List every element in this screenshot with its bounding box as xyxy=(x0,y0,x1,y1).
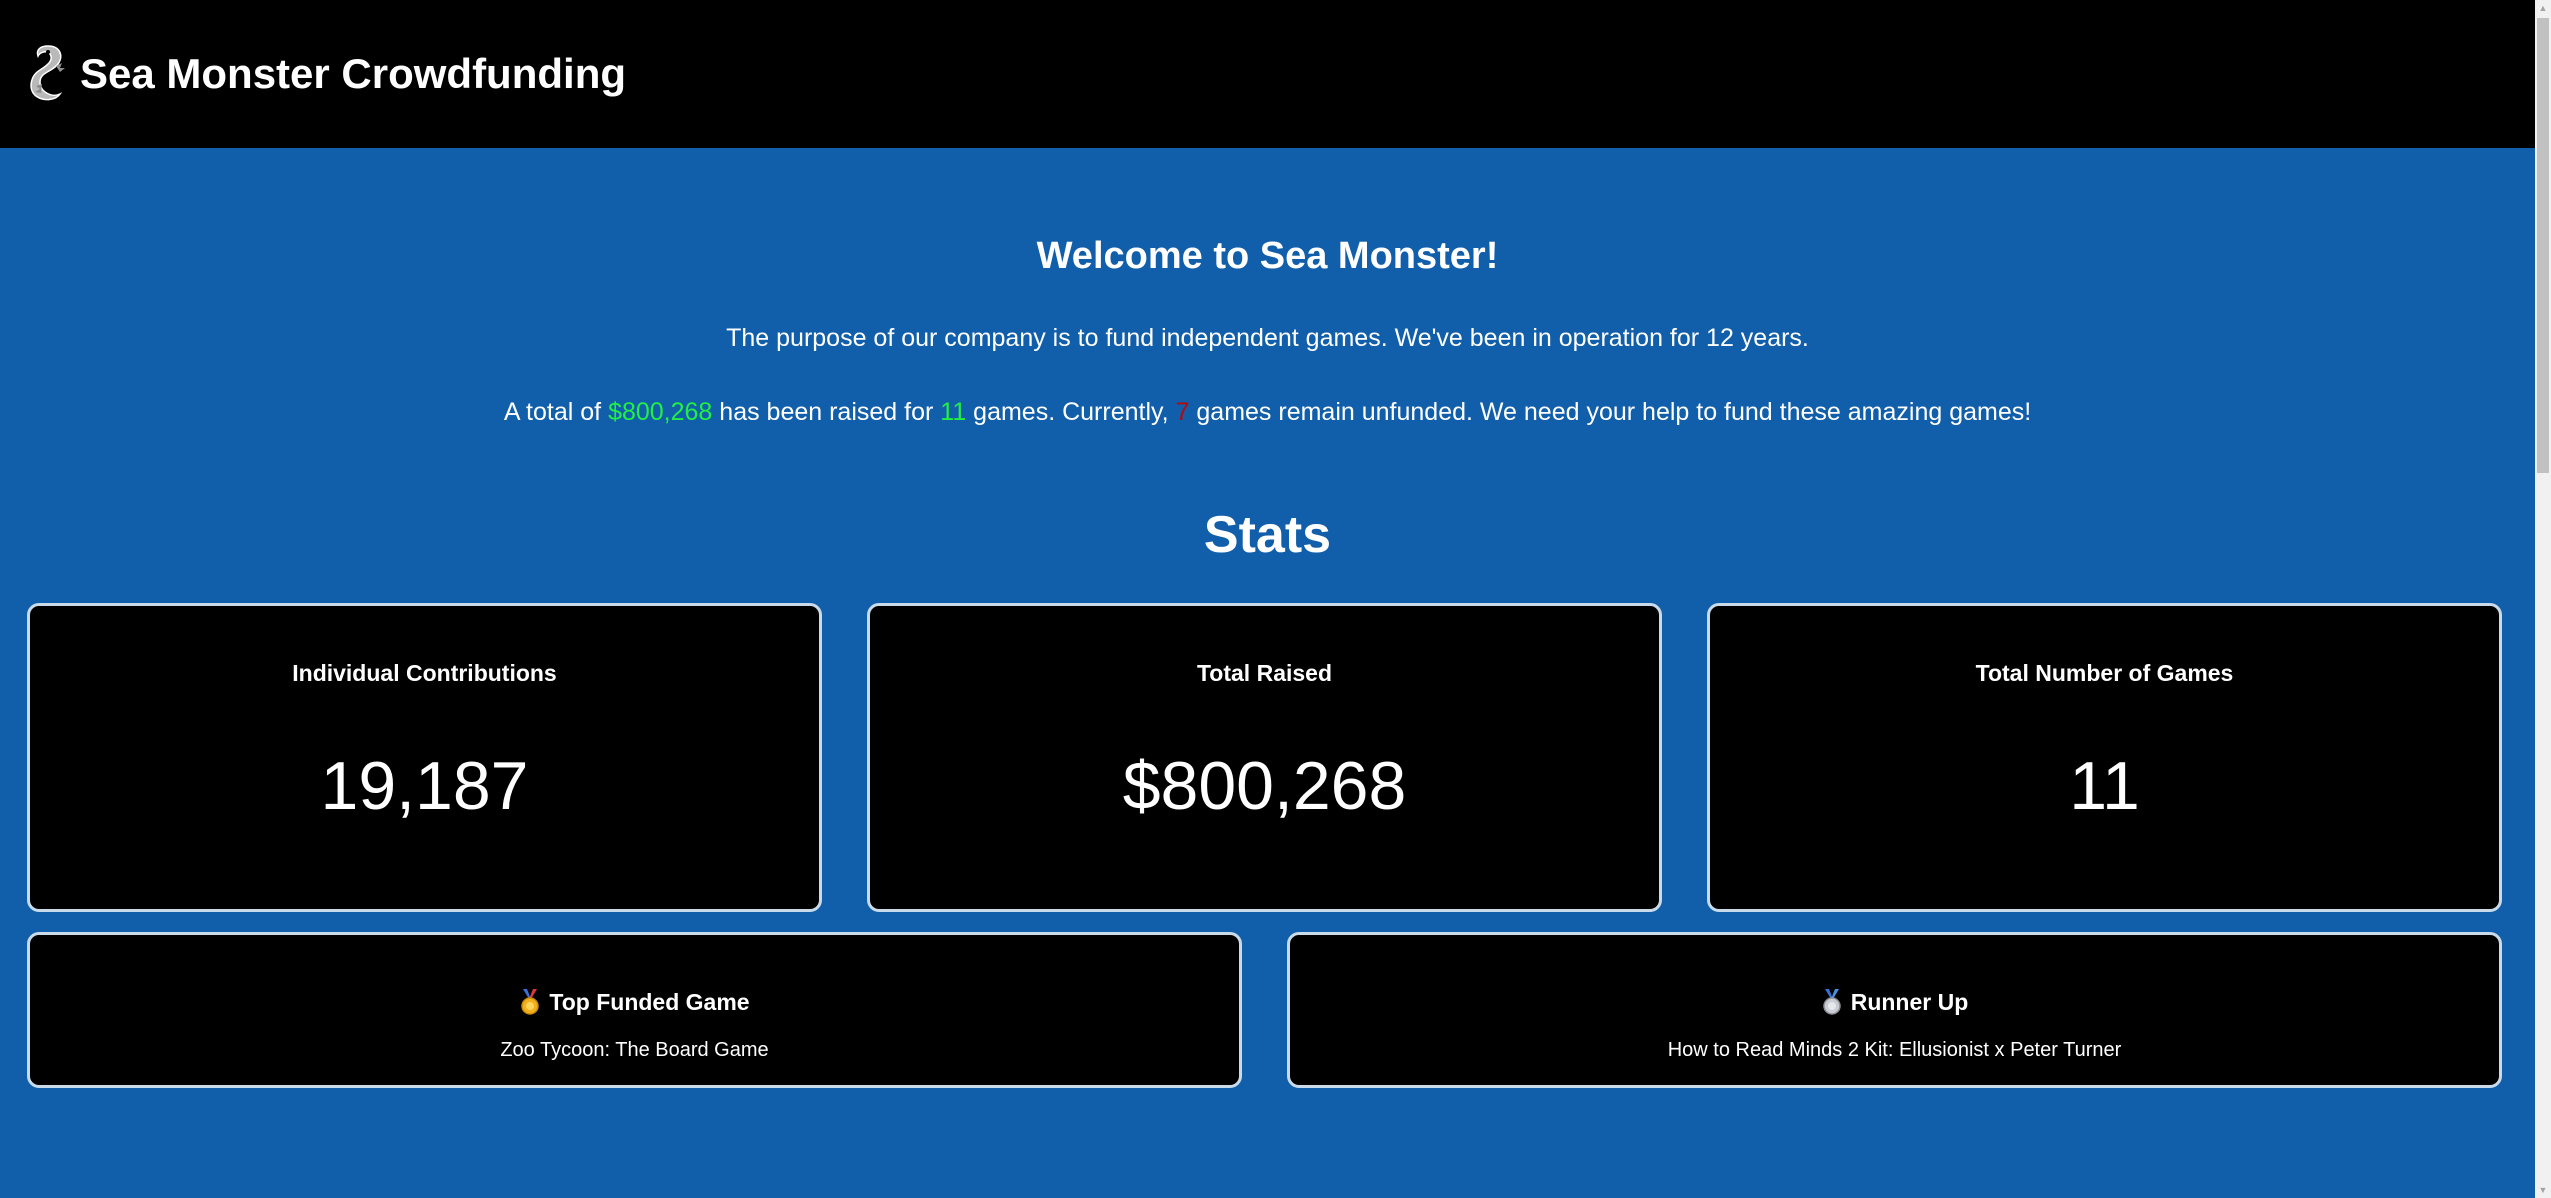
runner-up-card: Runner Up How to Read Minds 2 Kit: Ellus… xyxy=(1287,932,2502,1088)
site-title[interactable]: Sea Monster Crowdfunding xyxy=(80,44,626,104)
gold-medal-icon xyxy=(521,989,540,1015)
stat-card-label: Total Number of Games xyxy=(1975,660,2234,686)
stat-card-total-games: Total Number of Games 11 xyxy=(1707,603,2502,912)
summary-prefix: A total of xyxy=(503,398,609,426)
scrollbar-thumb[interactable] xyxy=(2537,18,2549,473)
sea-serpent-logo-icon[interactable] xyxy=(26,42,70,104)
top-funded-game-name: Zoo Tycoon: The Board Game xyxy=(500,1039,769,1061)
stat-card-label: Total Raised xyxy=(1196,660,1333,686)
summary-mid-2: games. Currently, xyxy=(966,398,1176,426)
stat-card-label: Individual Contributions xyxy=(292,660,557,686)
total-raised-highlight: $800,268 xyxy=(608,398,713,426)
vertical-scrollbar[interactable]: ▲ ▼ xyxy=(2535,0,2551,1198)
stat-card-value: 19,187 xyxy=(320,748,529,824)
runner-up-label: Runner Up xyxy=(1850,989,1969,1015)
funded-count-highlight: 11 xyxy=(940,398,967,426)
stat-card-total-raised: Total Raised $800,268 xyxy=(867,603,1662,912)
stat-card-contributions: Individual Contributions 19,187 xyxy=(27,603,822,912)
scroll-down-arrow-icon[interactable]: ▼ xyxy=(2535,1182,2551,1198)
welcome-heading: Welcome to Sea Monster! xyxy=(1036,235,1499,277)
purpose-text: The purpose of our company is to fund in… xyxy=(726,324,1809,352)
stat-card-value: 11 xyxy=(2069,748,2140,824)
runner-up-game-name: How to Read Minds 2 Kit: Ellusionist x P… xyxy=(1667,1039,2122,1061)
funding-summary: A total of $800,268 has been raised for … xyxy=(0,392,2535,432)
top-funded-card: Top Funded Game Zoo Tycoon: The Board Ga… xyxy=(27,932,1242,1088)
site-header: Sea Monster Crowdfunding xyxy=(0,0,2535,148)
top-funded-label: Top Funded Game xyxy=(549,989,750,1015)
runner-up-heading: Runner Up xyxy=(1290,985,2499,1019)
stats-heading: Stats xyxy=(1203,506,1332,564)
unfunded-count-highlight: 7 xyxy=(1175,398,1190,426)
silver-medal-icon xyxy=(1822,989,1841,1015)
top-funded-heading: Top Funded Game xyxy=(30,985,1239,1019)
stat-card-value: $800,268 xyxy=(1122,748,1407,824)
summary-suffix: games remain unfunded. We need your help… xyxy=(1189,398,2032,426)
summary-mid-1: has been raised for xyxy=(712,398,941,426)
scroll-up-arrow-icon[interactable]: ▲ xyxy=(2535,0,2551,16)
